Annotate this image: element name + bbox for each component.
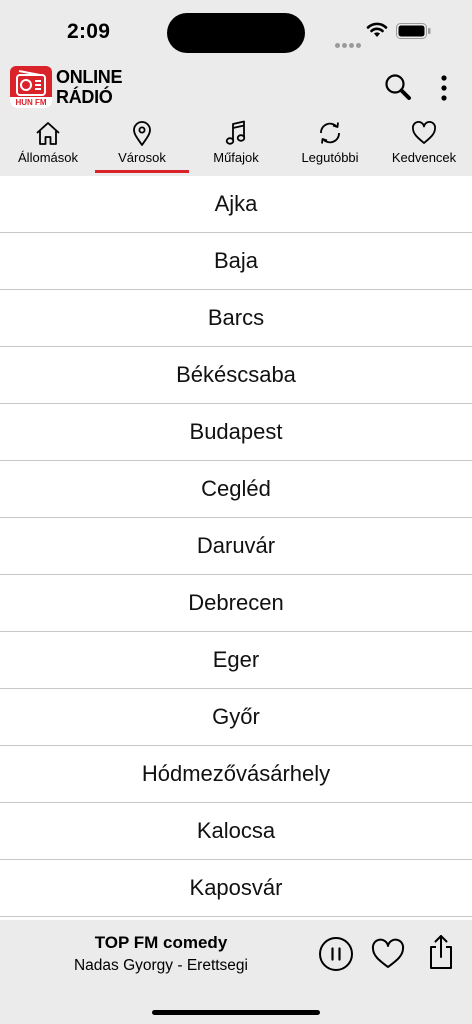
list-item[interactable]: Kalocsa <box>0 803 472 860</box>
app-title-line2: RÁDIÓ <box>56 87 113 107</box>
logo-badge: HUN FM <box>10 97 52 108</box>
app-title-line1: ONLINE <box>56 67 123 87</box>
favorite-heart-icon[interactable] <box>370 936 406 972</box>
city-list[interactable]: Ajka Baja Barcs Békéscsaba Budapest Cegl… <box>0 176 472 920</box>
app-logo: HUN FM <box>10 66 52 108</box>
home-indicator <box>152 1010 320 1015</box>
list-item[interactable]: Hódmezővásárhely <box>0 746 472 803</box>
tab-label: Kedvencek <box>391 150 457 165</box>
list-item[interactable]: Eger <box>0 632 472 689</box>
music-note-icon <box>225 120 246 145</box>
tab-legutobbi[interactable]: Legutóbbi <box>283 116 377 176</box>
list-item[interactable]: Ajka <box>0 176 472 233</box>
pause-icon[interactable] <box>318 936 354 972</box>
home-icon <box>36 122 60 145</box>
list-item[interactable]: Győr <box>0 689 472 746</box>
list-item[interactable]: Békéscsaba <box>0 347 472 404</box>
dynamic-island <box>167 13 305 53</box>
now-playing-track: Nadas Gyorgy - Erettsegi <box>73 957 248 974</box>
tab-kedvencek[interactable]: Kedvencek <box>377 116 471 176</box>
list-item[interactable]: Cegléd <box>0 461 472 518</box>
list-item[interactable]: Baja <box>0 233 472 290</box>
now-playing-station: TOP FM comedy <box>94 933 228 952</box>
refresh-icon <box>320 122 340 144</box>
tab-label: Városok <box>118 150 166 165</box>
mini-player[interactable]: TOP FM comedy Nadas Gyorgy - Erettsegi <box>0 920 472 1024</box>
list-item[interactable]: Budapest <box>0 404 472 461</box>
cellular-signal-icon <box>335 35 363 53</box>
search-icon[interactable] <box>382 72 414 104</box>
list-item[interactable]: Kaposvár <box>0 860 472 917</box>
list-item[interactable]: Barcs <box>0 290 472 347</box>
tab-mufajok[interactable]: Műfajok <box>189 116 283 176</box>
status-bar: 2:09 <box>0 0 472 60</box>
wifi-icon <box>366 22 388 37</box>
tab-label: Állomások <box>18 150 78 165</box>
tab-label: Legutóbbi <box>301 150 359 165</box>
tab-allomasok[interactable]: Állomások <box>1 116 95 176</box>
tab-bar: Állomások Városok Műfajok Legutóbbi Kedv… <box>0 116 472 176</box>
status-time: 2:09 <box>67 20 111 43</box>
battery-icon <box>396 23 431 39</box>
radio-icon <box>16 70 46 96</box>
more-options-icon[interactable] <box>432 72 456 104</box>
location-pin-icon <box>133 121 151 146</box>
share-icon[interactable] <box>425 932 457 972</box>
heart-icon <box>412 121 436 144</box>
list-item[interactable]: Debrecen <box>0 575 472 632</box>
active-tab-indicator <box>95 170 189 173</box>
list-item[interactable]: Daruvár <box>0 518 472 575</box>
tab-varosok[interactable]: Városok <box>95 116 189 176</box>
app-header: HUN FM ONLINE RÁDIÓ Állomások Városok Mű… <box>0 60 472 176</box>
tab-label: Műfajok <box>213 150 259 165</box>
app-title: ONLINE RÁDIÓ <box>56 67 123 107</box>
